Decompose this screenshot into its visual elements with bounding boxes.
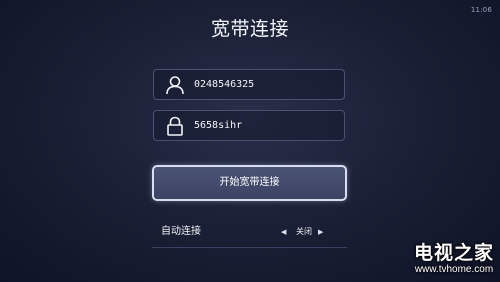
arrow-left-icon[interactable]: ◀	[281, 219, 286, 245]
status-time: 11:06	[470, 6, 492, 14]
auto-connect-label: 自动连接	[161, 226, 201, 237]
lock-icon	[164, 116, 186, 136]
auto-connect-value: 关闭	[296, 227, 312, 236]
arrow-right-icon[interactable]: ▶	[318, 219, 323, 245]
username-field[interactable]: 0248546325	[153, 69, 345, 100]
watermark-url: www.tvhome.com	[414, 264, 494, 275]
username-value: 0248546325	[194, 79, 255, 90]
watermark-logo: 电视之家 www.tvhome.com	[414, 242, 494, 276]
page-title: 宽带连接	[210, 18, 289, 40]
user-icon	[164, 75, 186, 95]
password-field[interactable]: 5658sihr	[153, 110, 345, 141]
divider	[152, 247, 347, 248]
password-value: 5658sihr	[194, 120, 243, 131]
watermark-title: 电视之家	[413, 242, 494, 264]
auto-connect-row[interactable]: 自动连接 ◀ 关闭 ▶	[152, 219, 347, 245]
start-connection-button[interactable]: 开始宽带连接	[152, 165, 347, 201]
